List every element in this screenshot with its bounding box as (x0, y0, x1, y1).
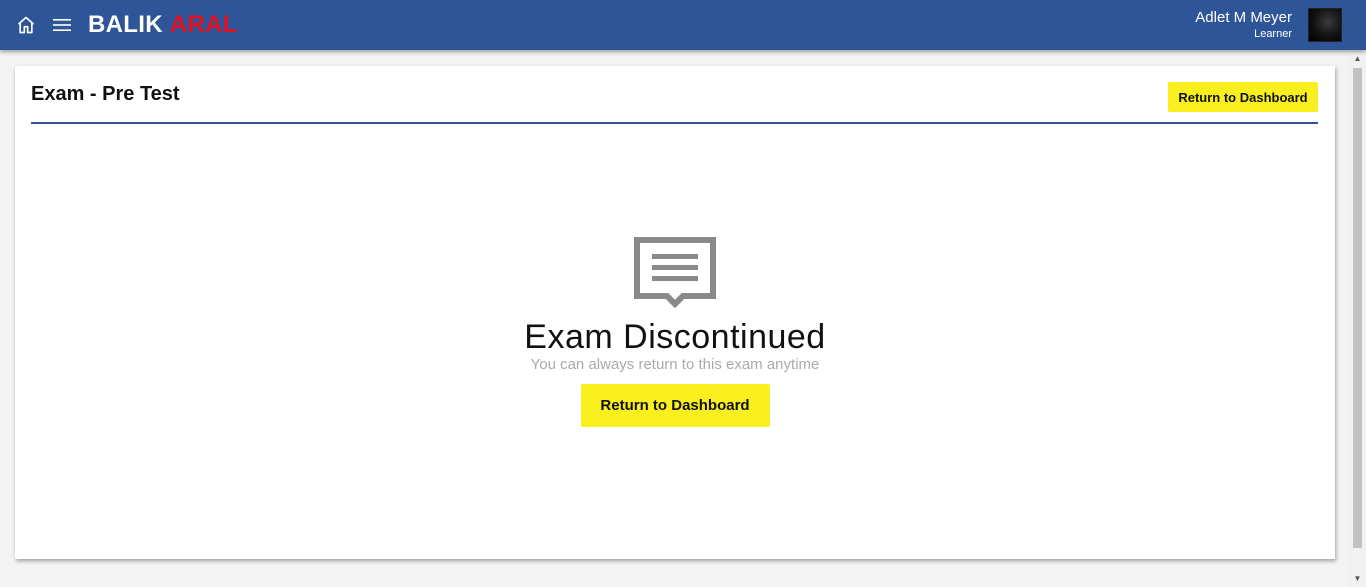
brand-text-primary: BALIK (88, 11, 163, 38)
status-panel: Exam Discontinued You can always return … (15, 236, 1335, 427)
user-info[interactable]: Adlet M Meyer Learner (1195, 9, 1292, 41)
home-icon[interactable] (14, 13, 38, 37)
return-to-dashboard-button-top[interactable]: Return to Dashboard (1168, 82, 1318, 112)
scrollbar-thumb[interactable] (1353, 68, 1362, 548)
page-scrollbar[interactable]: ▲ ▼ (1349, 50, 1366, 587)
exam-card: Exam - Pre Test Return to Dashboard Exam… (15, 66, 1335, 559)
avatar[interactable] (1308, 8, 1342, 42)
return-to-dashboard-button[interactable]: Return to Dashboard (580, 384, 770, 427)
scroll-down-icon[interactable]: ▼ (1349, 570, 1366, 587)
hamburger-menu-icon[interactable] (50, 13, 74, 37)
user-role: Learner (1254, 28, 1292, 40)
title-divider (31, 122, 1318, 124)
top-navbar: BALIK ARAL Adlet M Meyer Learner (0, 0, 1366, 50)
status-subtitle: You can always return to this exam anyti… (530, 356, 820, 373)
brand-logo[interactable]: BALIK ARAL (88, 11, 238, 39)
status-title: Exam Discontinued (524, 318, 826, 356)
brand-text-accent: ARAL (169, 11, 238, 38)
page-title: Exam - Pre Test (31, 83, 180, 105)
user-name: Adlet M Meyer (1195, 9, 1292, 26)
message-icon (634, 237, 716, 309)
scroll-up-icon[interactable]: ▲ (1349, 50, 1366, 67)
